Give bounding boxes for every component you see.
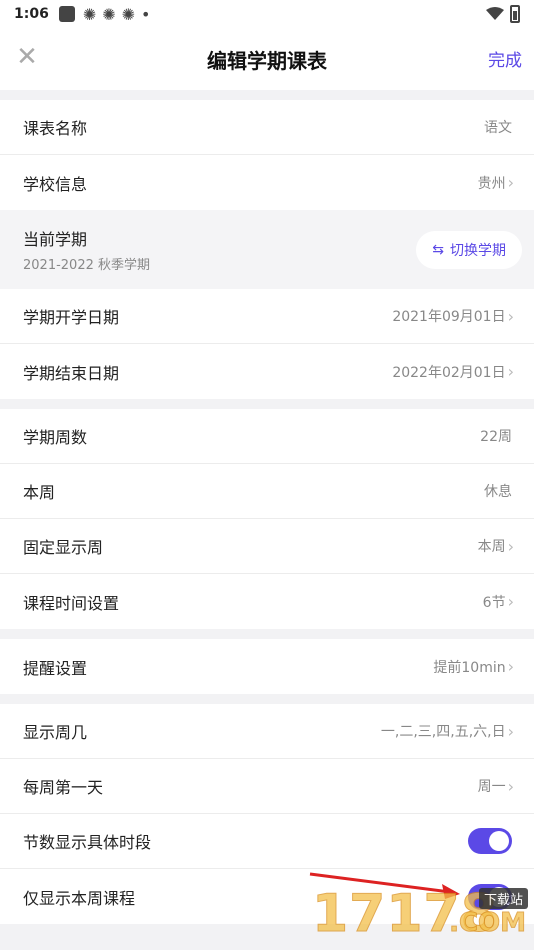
row-value: 6节 › — [482, 592, 514, 611]
row-school-info[interactable]: 学校信息 贵州 › — [0, 155, 534, 210]
row-value: 2022年02月01日 › — [392, 362, 514, 381]
app-notification-icon: ✺ — [102, 4, 116, 24]
row-value: 贵州 › — [477, 173, 514, 192]
only-this-week-toggle[interactable] — [468, 883, 512, 910]
chevron-right-icon: › — [507, 592, 514, 611]
row-schedule-name[interactable]: 课表名称 语文 — [0, 100, 534, 155]
row-label: 学期周数 — [23, 428, 88, 447]
row-value: 语文 — [484, 120, 512, 136]
header: ✕ 编辑学期课表 完成 — [0, 28, 534, 90]
chevron-right-icon: › — [507, 721, 514, 741]
chevron-right-icon: › — [507, 173, 514, 192]
chevron-right-icon: › — [507, 306, 514, 326]
row-label: 学期结束日期 — [23, 363, 120, 383]
section-basic: 课表名称 语文 学校信息 贵州 › — [0, 100, 534, 210]
row-first-day[interactable]: 每周第一天 周一 › — [0, 759, 534, 814]
status-bar: 1:06 ✺ ✺ ✺ • — [0, 0, 534, 28]
notification-icon — [58, 6, 75, 22]
row-fixed-week[interactable]: 固定显示周 本周 › — [0, 519, 534, 574]
row-label: 课程时间设置 — [23, 593, 120, 613]
app-notification-icon: ✺ — [82, 4, 97, 24]
row-term-weeks[interactable]: 学期周数 22周 — [0, 409, 534, 464]
row-label: 显示周几 — [23, 723, 88, 742]
chevron-right-icon: › — [507, 657, 514, 676]
row-value: 22周 — [480, 429, 512, 445]
row-term-end[interactable]: 学期结束日期 2022年02月01日 › — [0, 344, 534, 399]
chevron-right-icon: › — [507, 536, 514, 556]
row-label: 学校信息 — [23, 174, 88, 194]
battery-icon — [510, 5, 520, 23]
row-class-time[interactable]: 课程时间设置 6节 › — [0, 574, 534, 629]
more-notifications-dot: • — [141, 4, 151, 24]
done-button[interactable]: 完成 — [488, 46, 522, 71]
section-reminder: 提醒设置 提前10min › — [0, 639, 534, 694]
row-value: 一,二,三,四,五,六,日 › — [380, 721, 514, 741]
period-times-toggle[interactable] — [468, 828, 512, 854]
row-value: 休息 — [484, 484, 512, 500]
close-icon[interactable]: ✕ — [14, 42, 40, 72]
row-label: 每周第一天 — [23, 778, 104, 797]
row-label: 本周 — [23, 483, 56, 502]
row-label: 仅显示本周课程 — [23, 888, 136, 908]
chevron-right-icon: › — [507, 776, 514, 796]
section-dates: 学期开学日期 2021年09月01日 › 学期结束日期 2022年02月01日 › — [0, 289, 534, 399]
term-label: 当前学期 — [23, 230, 88, 249]
row-label: 节数显示具体时段 — [23, 833, 152, 852]
row-value: 周一 › — [477, 776, 514, 796]
swap-icon: ⇆ — [432, 241, 444, 258]
row-reminder[interactable]: 提醒设置 提前10min › — [0, 639, 534, 694]
app-notification-icon: ✺ — [121, 4, 136, 24]
row-label: 学期开学日期 — [23, 308, 120, 327]
wifi-icon — [486, 7, 504, 20]
switch-term-label: 切换学期 — [450, 242, 506, 259]
row-value: 2021年09月01日 › — [392, 306, 514, 326]
row-label: 固定显示周 — [23, 538, 104, 557]
section-weeks: 学期周数 22周 本周 休息 固定显示周 本周 › 课程时间设置 6节 › — [0, 409, 534, 629]
chevron-right-icon: › — [507, 362, 514, 381]
row-this-week[interactable]: 本周 休息 — [0, 464, 534, 519]
row-value: 本周 › — [477, 536, 514, 556]
switch-term-button[interactable]: ⇆ 切换学期 — [416, 230, 522, 269]
row-value: 提前10min › — [433, 657, 514, 676]
row-show-weekdays[interactable]: 显示周几 一,二,三,四,五,六,日 › — [0, 704, 534, 759]
current-term: 当前学期 2021-2022 秋季学期 ⇆ 切换学期 — [0, 210, 534, 289]
row-label: 课表名称 — [23, 119, 88, 138]
page-title: 编辑学期课表 — [207, 48, 327, 73]
row-label: 提醒设置 — [23, 658, 88, 678]
term-value: 2021-2022 秋季学期 — [23, 258, 150, 273]
row-show-period-times: 节数显示具体时段 — [0, 814, 534, 869]
row-term-start[interactable]: 学期开学日期 2021年09月01日 › — [0, 289, 534, 344]
annotation-arrow — [309, 872, 460, 899]
status-time: 1:06 — [14, 6, 49, 22]
